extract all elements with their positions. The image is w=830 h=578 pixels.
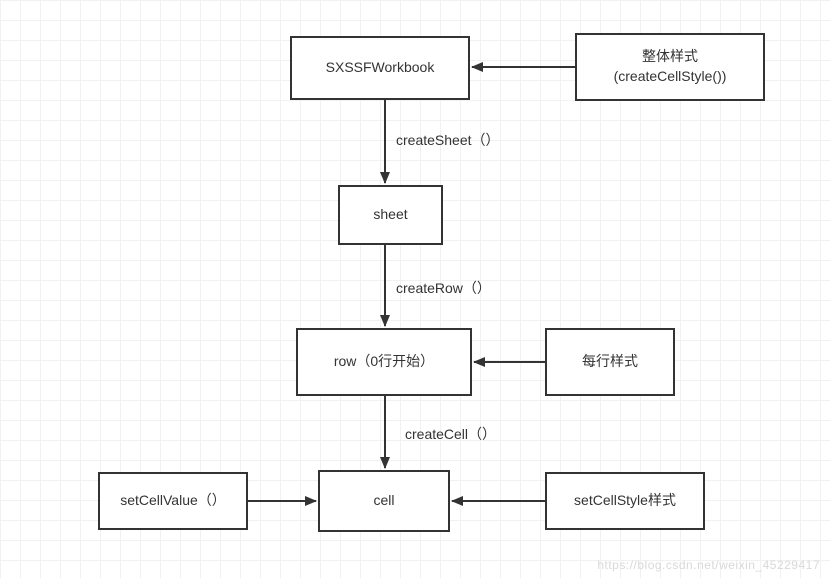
node-cell-style-label: setCellStyle样式: [574, 491, 676, 511]
node-set-value: setCellValue（）: [98, 472, 248, 530]
node-cell: cell: [318, 470, 450, 532]
node-cell-label: cell: [373, 491, 394, 511]
node-cell-style: setCellStyle样式: [545, 472, 705, 530]
edge-label-createSheet: createSheet（）: [396, 130, 500, 150]
node-row-label: row（0行开始）: [334, 352, 434, 372]
diagram-canvas: SXSSFWorkbook 整体样式 (createCellStyle()) s…: [0, 0, 830, 578]
edge-label-createRow: createRow（）: [396, 278, 491, 298]
watermark-text: https://blog.csdn.net/weixin_45229417: [597, 558, 820, 572]
node-row-style: 每行样式: [545, 328, 675, 396]
node-sheet-label: sheet: [373, 205, 407, 225]
node-workbook: SXSSFWorkbook: [290, 36, 470, 100]
node-style-all-line2: (createCellStyle()): [614, 67, 727, 87]
node-sheet: sheet: [338, 185, 443, 245]
node-workbook-label: SXSSFWorkbook: [326, 58, 435, 78]
node-row-style-label: 每行样式: [582, 352, 638, 372]
node-style-all-line1: 整体样式: [614, 47, 727, 67]
edge-label-createCell: createCell（）: [405, 424, 496, 444]
node-style-all: 整体样式 (createCellStyle()): [575, 33, 765, 101]
node-set-value-label: setCellValue（）: [120, 491, 226, 511]
node-row: row（0行开始）: [296, 328, 472, 396]
